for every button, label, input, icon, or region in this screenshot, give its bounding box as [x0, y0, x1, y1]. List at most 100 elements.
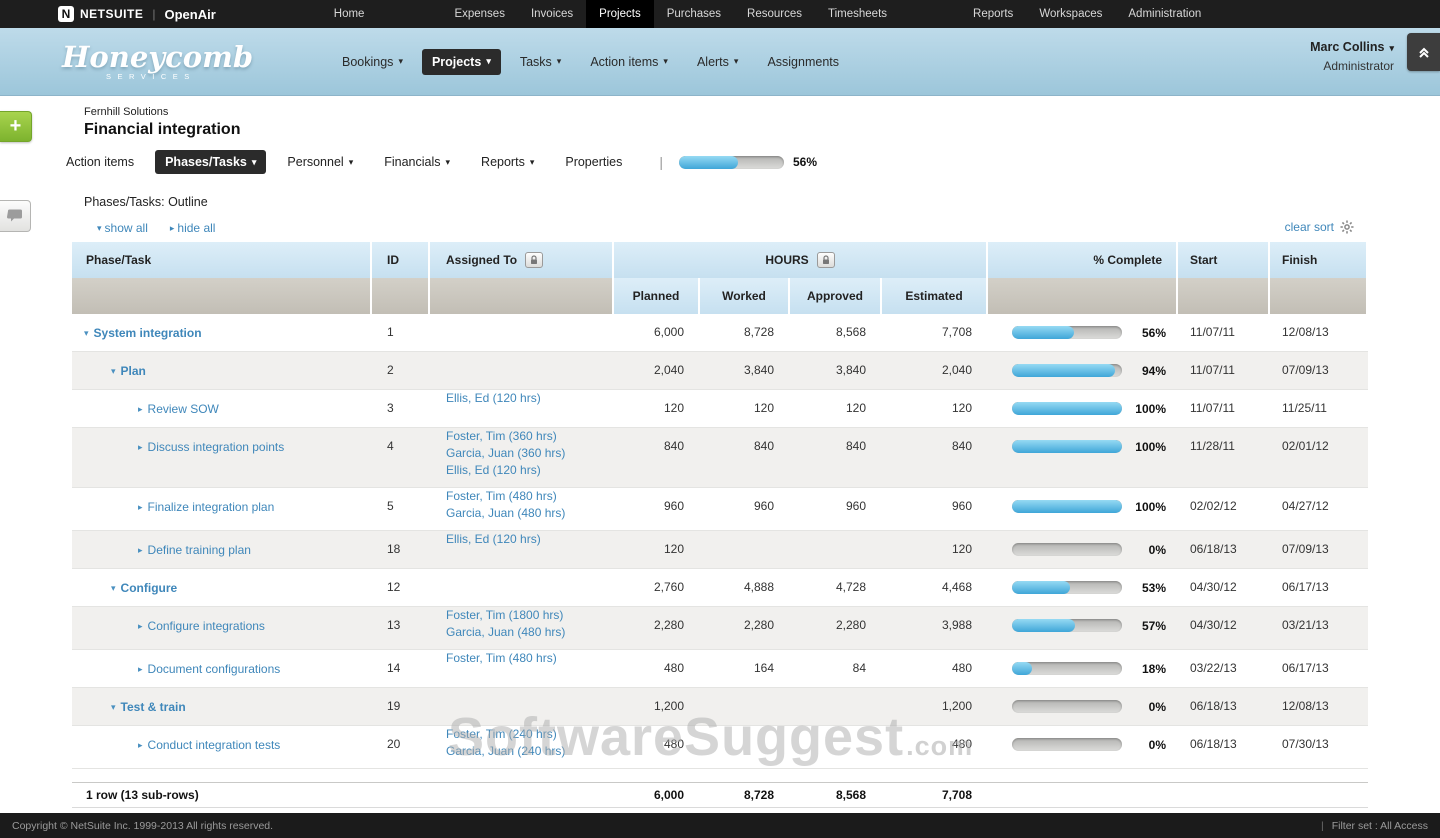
task-cell-phase: ▸ Define training plan	[72, 531, 372, 568]
task-link[interactable]: Plan	[121, 364, 146, 378]
task-link[interactable]: Test & train	[121, 700, 186, 714]
chevron-down-icon: ▾	[557, 56, 562, 67]
topnav-item-expenses[interactable]: Expenses	[441, 0, 518, 28]
topnav-item-workspaces[interactable]: Workspaces	[1026, 0, 1115, 28]
lock-column-button[interactable]	[525, 252, 543, 268]
task-link[interactable]: Conduct integration tests	[148, 738, 281, 752]
col-header-assigned-to[interactable]: Assigned To	[430, 242, 614, 278]
task-cell-start: 11/28/11	[1178, 428, 1270, 487]
task-cell-finish: 07/30/13	[1270, 726, 1368, 768]
tab-financials[interactable]: Financials▾	[374, 150, 460, 174]
assignee-link[interactable]: Garcia, Juan (480 hrs)	[446, 624, 608, 641]
filter-set[interactable]: | Filter set : All Access	[1321, 820, 1428, 832]
comments-button[interactable]	[0, 200, 31, 232]
task-link[interactable]: Configure integrations	[148, 619, 265, 633]
task-cell-planned: 6,000	[614, 314, 700, 351]
lock-column-button[interactable]	[817, 252, 835, 268]
subheader-spacer	[430, 278, 614, 314]
col-header-start[interactable]: Start	[1178, 242, 1270, 278]
assignee-link[interactable]: Foster, Tim (240 hrs)	[446, 726, 608, 743]
task-cell-phase: ▾ System integration	[72, 314, 372, 351]
assignee-link[interactable]: Garcia, Juan (360 hrs)	[446, 445, 608, 462]
subnav-item-action-items[interactable]: Action items▾	[580, 49, 678, 75]
task-cell-assigned: Foster, Tim (480 hrs)	[430, 650, 614, 687]
netsuite-openair-brand[interactable]: N NETSUITE | OpenAir	[58, 0, 216, 28]
subnav-item-tasks[interactable]: Tasks▾	[510, 49, 571, 75]
subnav-item-alerts[interactable]: Alerts▾	[687, 49, 748, 75]
assignee-link[interactable]: Garcia, Juan (240 hrs)	[446, 743, 608, 760]
assignee-link[interactable]: Foster, Tim (480 hrs)	[446, 488, 608, 505]
expand-arrow-icon[interactable]: ▸	[138, 740, 143, 751]
col-header-percent-complete[interactable]: % Complete	[988, 242, 1178, 278]
col-header-worked[interactable]: Worked	[700, 278, 790, 314]
summary-approved: 8,568	[790, 783, 882, 807]
task-link[interactable]: Document configurations	[148, 662, 281, 676]
chevron-down-icon: ▾	[734, 56, 739, 67]
task-row: ▸Review SOW3Ellis, Ed (120 hrs)120120120…	[72, 390, 1368, 428]
subnav-item-assignments[interactable]: Assignments	[757, 49, 849, 75]
collapse-arrow-icon[interactable]: ▾	[111, 702, 116, 713]
col-header-approved[interactable]: Approved	[790, 278, 882, 314]
collapse-arrow-icon[interactable]: ▾	[84, 328, 89, 339]
col-header-id[interactable]: ID	[372, 242, 430, 278]
task-link[interactable]: Finalize integration plan	[148, 500, 275, 514]
task-link[interactable]: Review SOW	[148, 402, 219, 416]
topnav-item-administration[interactable]: Administration	[1115, 0, 1214, 28]
show-all-link[interactable]: ▾show all	[97, 221, 148, 235]
expand-arrow-icon[interactable]: ▸	[138, 442, 143, 453]
col-header-estimated[interactable]: Estimated	[882, 278, 988, 314]
hide-all-link[interactable]: ▸hide all	[170, 221, 216, 235]
col-header-phase-task[interactable]: Phase/Task	[72, 242, 372, 278]
task-cell-complete: 100%	[988, 488, 1178, 530]
tab-reports[interactable]: Reports▾	[471, 150, 544, 174]
assignee-link[interactable]: Ellis, Ed (120 hrs)	[446, 462, 608, 479]
task-link[interactable]: Define training plan	[148, 543, 251, 557]
assignee-link[interactable]: Garcia, Juan (480 hrs)	[446, 505, 608, 522]
collapse-arrow-icon[interactable]: ▾	[111, 366, 116, 377]
breadcrumb[interactable]: Fernhill Solutions	[84, 106, 1440, 118]
topnav-item-invoices[interactable]: Invoices	[518, 0, 586, 28]
tab-personnel[interactable]: Personnel▾	[277, 150, 363, 174]
col-header-hours[interactable]: HOURS	[614, 242, 988, 278]
subnav-item-projects[interactable]: Projects▾	[422, 49, 501, 75]
task-link[interactable]: Discuss integration points	[148, 440, 285, 454]
collapse-arrow-icon[interactable]: ▾	[111, 583, 116, 594]
expand-arrow-icon[interactable]: ▸	[138, 404, 143, 415]
topnav-item-projects[interactable]: Projects	[586, 0, 654, 28]
add-button[interactable]: +	[0, 111, 32, 142]
clear-sort-link[interactable]: clear sort	[1285, 220, 1334, 234]
assignee-link[interactable]: Foster, Tim (1800 hrs)	[446, 607, 608, 624]
task-link[interactable]: Configure	[121, 581, 178, 595]
col-header-planned[interactable]: Planned	[614, 278, 700, 314]
task-link[interactable]: System integration	[94, 326, 202, 340]
tab-phases-tasks[interactable]: Phases/Tasks▾	[155, 150, 266, 174]
subnav-item-bookings[interactable]: Bookings▾	[332, 49, 413, 75]
tab-properties[interactable]: Properties	[555, 150, 632, 174]
expand-arrow-icon[interactable]: ▸	[138, 664, 143, 675]
topnav-item-purchases[interactable]: Purchases	[654, 0, 734, 28]
assignee-link[interactable]: Foster, Tim (360 hrs)	[446, 428, 608, 445]
user-menu[interactable]: Marc Collins▾	[1310, 40, 1394, 54]
topnav-item-home[interactable]: Home	[321, 0, 378, 28]
topnav-item-timesheets[interactable]: Timesheets	[815, 0, 900, 28]
topnav-item-resources[interactable]: Resources	[734, 0, 815, 28]
col-header-label: ID	[387, 253, 399, 267]
expand-arrow-icon[interactable]: ▸	[138, 621, 143, 632]
assignee-link[interactable]: Ellis, Ed (120 hrs)	[446, 531, 608, 548]
task-cell-phase: ▾ Configure	[72, 569, 372, 606]
progress-label: 53%	[1130, 581, 1166, 595]
honeycomb-logo[interactable]: Honeycomb SERVICES	[62, 42, 214, 81]
task-cell-start: 11/07/11	[1178, 314, 1270, 351]
task-row: ▾Plan22,0403,8403,8402,04094%11/07/1107/…	[72, 352, 1368, 390]
settings-button[interactable]	[1340, 220, 1354, 234]
expand-arrow-icon[interactable]: ▸	[138, 502, 143, 513]
table-summary-row: 1 row (13 sub-rows) 6,000 8,728 8,568 7,…	[72, 782, 1368, 808]
col-header-finish[interactable]: Finish	[1270, 242, 1368, 278]
assignee-link[interactable]: Ellis, Ed (120 hrs)	[446, 390, 608, 407]
topnav-item-reports[interactable]: Reports	[960, 0, 1026, 28]
collapse-header-button[interactable]	[1407, 33, 1440, 71]
assignee-link[interactable]: Foster, Tim (480 hrs)	[446, 650, 608, 667]
expand-arrow-icon[interactable]: ▸	[138, 545, 143, 556]
tab-action-items[interactable]: Action items	[56, 150, 144, 174]
top-nav: Home ExpensesInvoicesProjectsPurchasesRes…	[321, 0, 1214, 28]
